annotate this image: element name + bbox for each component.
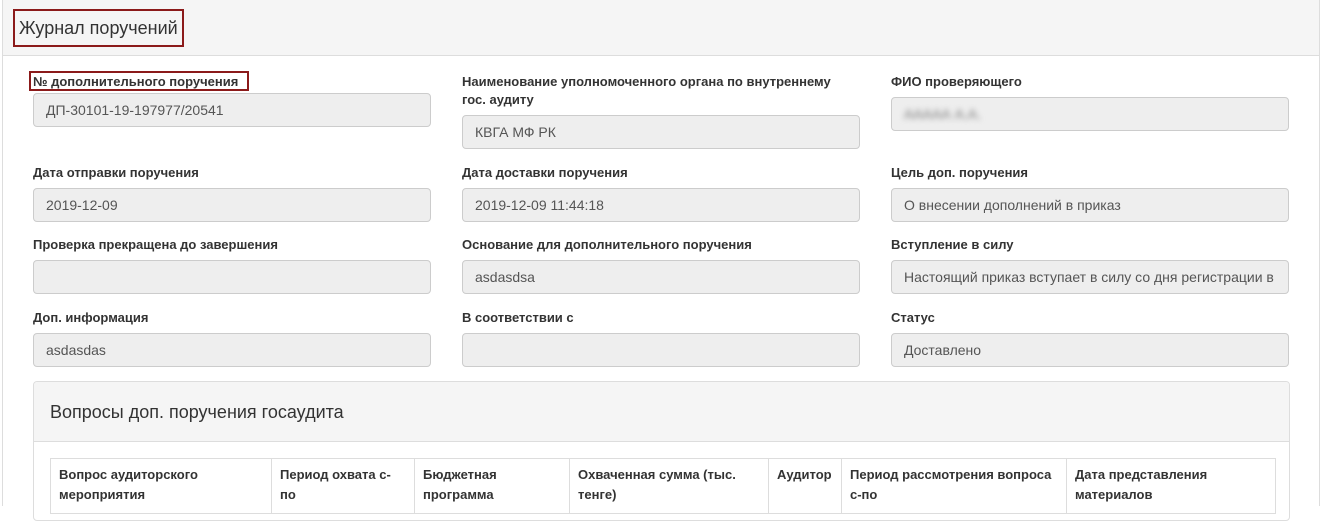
extra-info-input[interactable]: asdasdas bbox=[33, 333, 431, 367]
field-extra-info: Доп. информация asdasdas bbox=[33, 309, 433, 367]
field-label: Дата отправки поручения bbox=[33, 165, 199, 180]
status-input[interactable]: Доставлено bbox=[891, 333, 1289, 367]
field-authority: Наименование уполномоченного органа по в… bbox=[462, 73, 862, 149]
field-label: Вступление в силу bbox=[891, 237, 1014, 252]
basis-input[interactable]: asdasdsa bbox=[462, 260, 860, 294]
effective-input[interactable]: Настоящий приказ вступает в силу со дня … bbox=[891, 260, 1289, 294]
column-header[interactable]: Дата представления материалов bbox=[1066, 458, 1276, 514]
authority-input[interactable]: КВГА МФ РК bbox=[462, 115, 860, 149]
field-purpose: Цель доп. поручения О внесении дополнени… bbox=[891, 164, 1291, 222]
send-date-input[interactable]: 2019-12-09 bbox=[33, 188, 431, 222]
field-inspector: ФИО проверяющего ААААА А.А. bbox=[891, 73, 1291, 131]
page-title: Журнал поручений bbox=[13, 9, 184, 47]
column-header[interactable]: Аудитор bbox=[768, 458, 842, 514]
field-label: Доп. информация bbox=[33, 310, 149, 325]
field-label: Основание для дополнительного поручения bbox=[462, 237, 752, 252]
column-header[interactable]: Бюджетная программа bbox=[414, 458, 570, 514]
field-label: № дополнительного поручения bbox=[29, 71, 249, 91]
order-details-page: Журнал поручений № дополнительного поруч… bbox=[2, 0, 1320, 521]
field-effective: Вступление в силу Настоящий приказ вступ… bbox=[891, 236, 1291, 294]
field-accordance: В соответствии с bbox=[462, 309, 862, 367]
column-header[interactable]: Вопрос аудиторского мероприятия bbox=[50, 458, 272, 514]
accordance-input[interactable] bbox=[462, 333, 860, 367]
field-label: Наименование уполномоченного органа по в… bbox=[462, 74, 831, 107]
field-send-date: Дата отправки поручения 2019-12-09 bbox=[33, 164, 433, 222]
field-order-number: № дополнительного поручения ДП-30101-19-… bbox=[29, 71, 433, 127]
field-label: Цель доп. поручения bbox=[891, 165, 1029, 180]
questions-panel: Вопросы доп. поручения госаудита Вопрос … bbox=[33, 381, 1290, 521]
field-status: Статус Доставлено bbox=[891, 309, 1291, 367]
field-delivery-date: Дата доставки поручения 2019-12-09 11:44… bbox=[462, 164, 862, 222]
inspector-name-blurred: ААААА А.А. bbox=[904, 106, 982, 122]
field-label: В соответствии с bbox=[462, 310, 574, 325]
field-terminated: Проверка прекращена до завершения bbox=[33, 236, 433, 294]
field-basis: Основание для дополнительного поручения … bbox=[462, 236, 862, 294]
field-label: Статус bbox=[891, 310, 935, 325]
delivery-date-input[interactable]: 2019-12-09 11:44:18 bbox=[462, 188, 860, 222]
order-number-input[interactable]: ДП-30101-19-197977/20541 bbox=[33, 93, 431, 127]
column-header[interactable]: Охваченная сумма (тыс. тенге) bbox=[569, 458, 769, 514]
purpose-input[interactable]: О внесении дополнений в приказ bbox=[891, 188, 1289, 222]
questions-panel-title: Вопросы доп. поручения госаудита bbox=[34, 382, 1289, 442]
field-label: ФИО проверяющего bbox=[891, 74, 1022, 89]
field-label: Проверка прекращена до завершения bbox=[33, 237, 278, 252]
terminated-input[interactable] bbox=[33, 260, 431, 294]
field-label: Дата доставки поручения bbox=[462, 165, 628, 180]
table-header-row: Вопрос аудиторского мероприятия Период о… bbox=[50, 458, 1276, 514]
panel-header: Журнал поручений bbox=[3, 0, 1319, 56]
column-header[interactable]: Период рассмотрения вопроса с-по bbox=[841, 458, 1067, 514]
inspector-input[interactable]: ААААА А.А. bbox=[891, 97, 1289, 131]
column-header[interactable]: Период охвата с-по bbox=[271, 458, 415, 514]
